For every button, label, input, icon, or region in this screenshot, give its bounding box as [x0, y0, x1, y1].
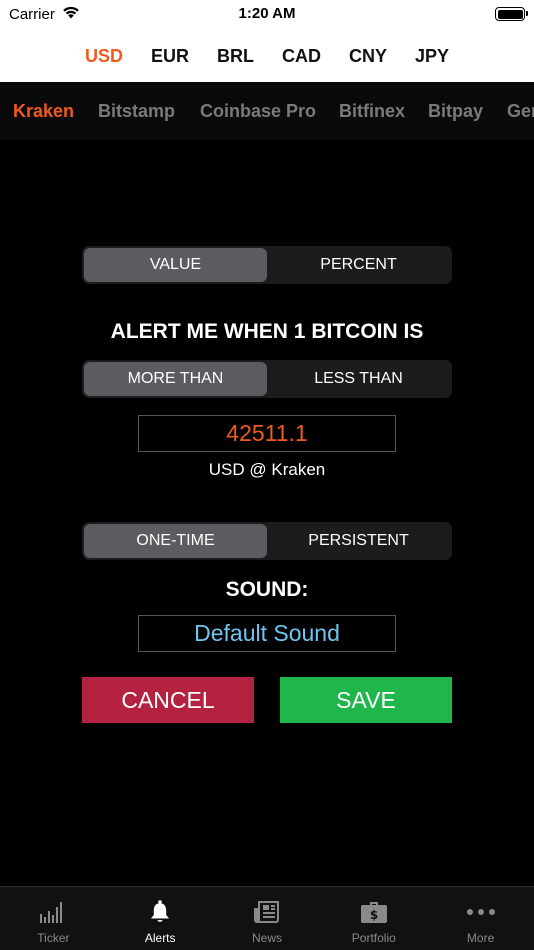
- currency-usd[interactable]: USD: [71, 46, 137, 67]
- exchange-bitfinex[interactable]: Bitfinex: [339, 101, 405, 122]
- tab-news[interactable]: News: [214, 887, 321, 950]
- one-time-option[interactable]: ONE-TIME: [84, 524, 267, 558]
- newspaper-icon: [252, 899, 282, 925]
- value-context-label: USD @ Kraken: [208, 460, 326, 479]
- tab-ticker[interactable]: Ticker: [0, 887, 107, 950]
- persistent-option[interactable]: PERSISTENT: [267, 524, 450, 558]
- tab-label: Portfolio: [351, 931, 396, 945]
- mode-value-option[interactable]: VALUE: [84, 248, 267, 282]
- comparison-segment: MORE THAN LESS THAN: [82, 360, 452, 398]
- tab-label: Alerts: [144, 931, 176, 945]
- currency-brl[interactable]: BRL: [203, 46, 268, 67]
- exchange-selector[interactable]: Kraken Bitstamp Coinbase Pro Bitfinex Bi…: [0, 82, 534, 140]
- tab-label: Ticker: [37, 931, 70, 945]
- alert-value-input[interactable]: 42511.1: [138, 415, 396, 452]
- status-bar: Carrier 1:20 AM: [0, 0, 534, 30]
- status-time: 1:20 AM: [238, 5, 296, 22]
- currency-cny[interactable]: CNY: [335, 46, 401, 67]
- alert-heading: ALERT ME WHEN 1 BITCOIN IS: [110, 320, 424, 343]
- currency-eur[interactable]: EUR: [137, 46, 203, 67]
- currency-cad[interactable]: CAD: [268, 46, 335, 67]
- tab-bar: Ticker Alerts News $ Portfolio More: [0, 886, 534, 950]
- mode-percent-option[interactable]: PERCENT: [267, 248, 450, 282]
- exchange-bitpay[interactable]: Bitpay: [428, 101, 483, 122]
- exchange-coinbase-pro[interactable]: Coinbase Pro: [200, 101, 316, 122]
- battery-icon: [495, 7, 528, 21]
- briefcase-icon: $: [359, 899, 389, 925]
- save-button[interactable]: SAVE: [280, 677, 452, 723]
- exchange-gemini[interactable]: Gemini: [507, 101, 534, 122]
- tab-alerts[interactable]: Alerts: [107, 887, 214, 950]
- exchange-kraken[interactable]: Kraken: [13, 101, 74, 122]
- alert-mode-segment: VALUE PERCENT: [82, 246, 452, 284]
- tab-label: News: [251, 931, 282, 945]
- more-than-option[interactable]: MORE THAN: [84, 362, 267, 396]
- more-dots-icon: [466, 899, 496, 925]
- frequency-segment: ONE-TIME PERSISTENT: [82, 522, 452, 560]
- bar-chart-icon: [38, 899, 68, 925]
- currency-selector: USD EUR BRL CAD CNY JPY: [0, 30, 534, 82]
- currency-jpy[interactable]: JPY: [401, 46, 463, 67]
- tab-label: More: [466, 931, 495, 945]
- svg-text:$: $: [370, 908, 378, 922]
- cancel-button[interactable]: CANCEL: [82, 677, 254, 723]
- tab-more[interactable]: More: [427, 887, 534, 950]
- tab-portfolio[interactable]: $ Portfolio: [320, 887, 427, 950]
- sound-heading: SOUND:: [225, 578, 309, 601]
- sound-picker[interactable]: Default Sound: [138, 615, 396, 652]
- less-than-option[interactable]: LESS THAN: [267, 362, 450, 396]
- bell-icon: [145, 899, 175, 925]
- exchange-bitstamp[interactable]: Bitstamp: [98, 101, 175, 122]
